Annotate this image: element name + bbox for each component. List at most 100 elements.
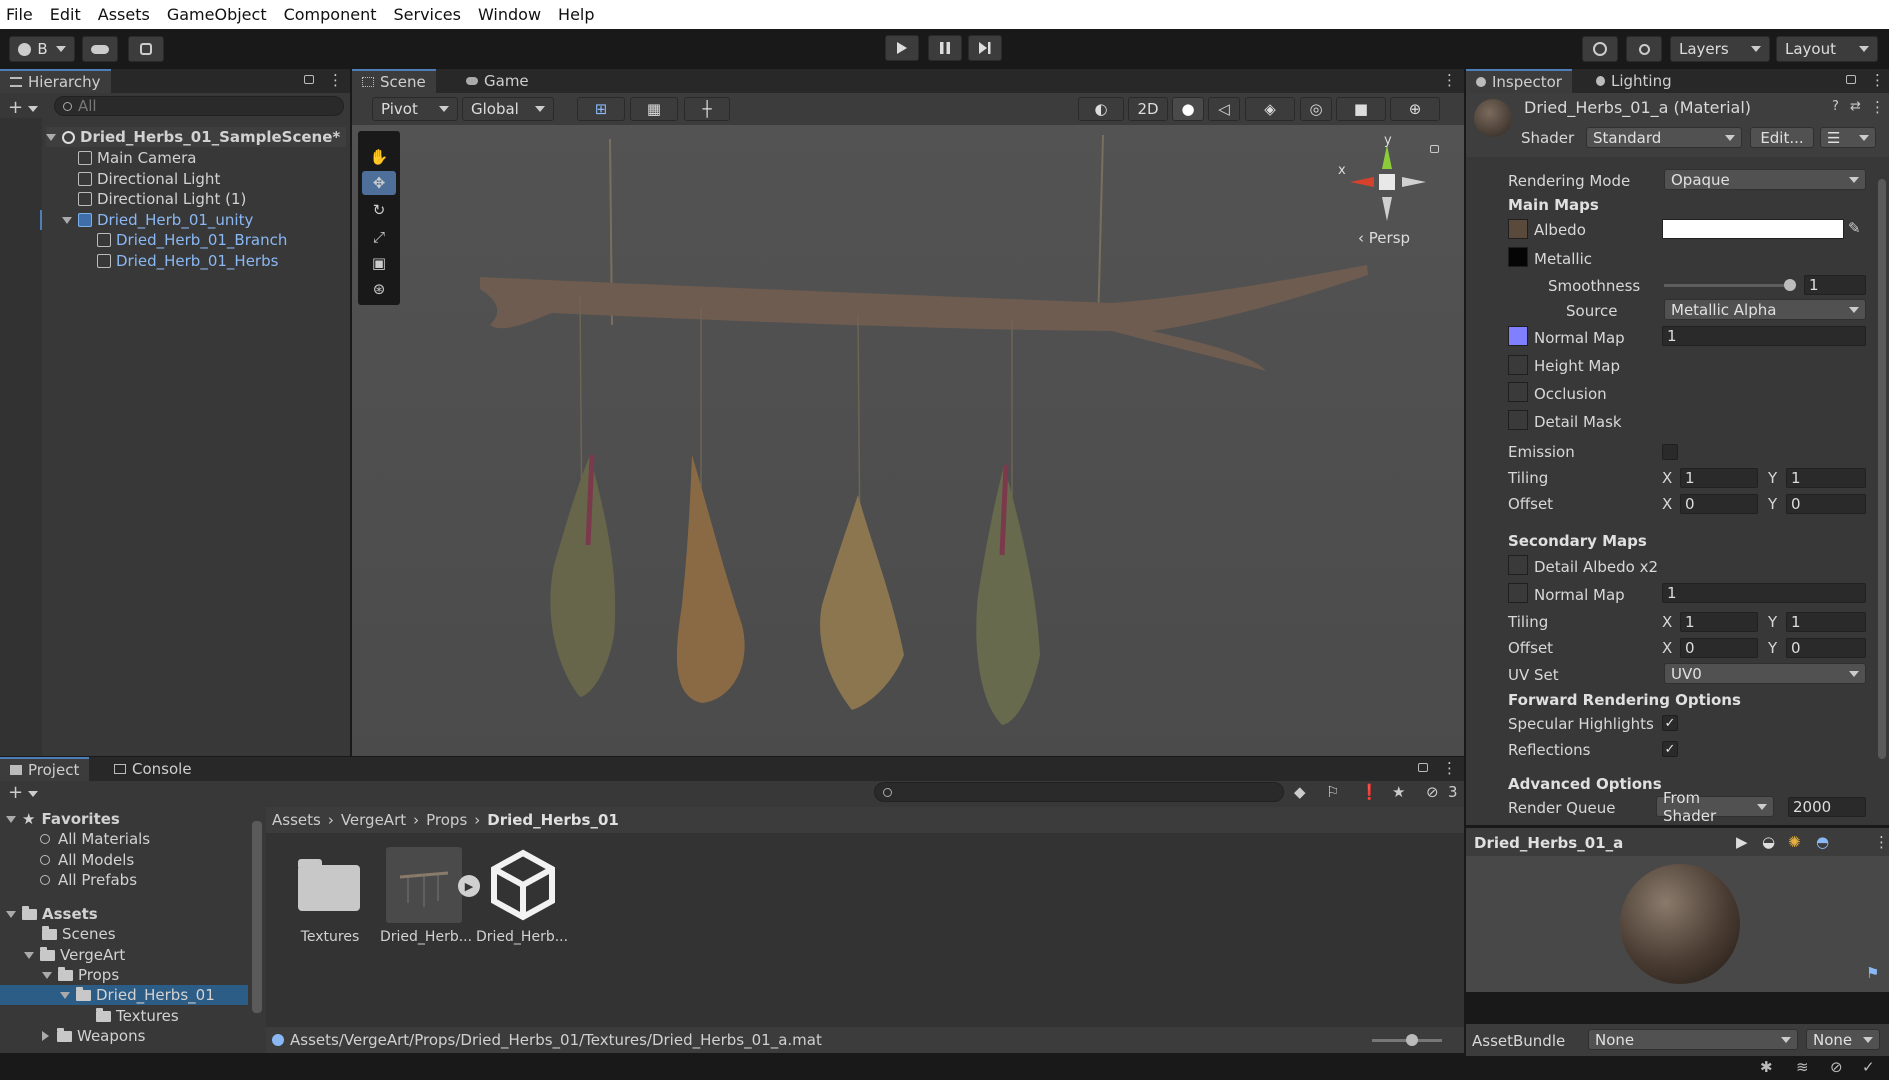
audio-toggle[interactable]: ◁ — [1208, 97, 1240, 121]
grid-snap-button[interactable]: ▦ — [630, 97, 678, 121]
global-dropdown[interactable]: Global — [462, 97, 554, 121]
menu-help[interactable]: Help — [558, 5, 594, 24]
emission-checkbox[interactable] — [1662, 444, 1678, 460]
offset2-x-input[interactable]: 0 — [1680, 638, 1758, 658]
2d-toggle[interactable]: 2D — [1128, 97, 1168, 121]
smoothness-slider-track[interactable] — [1664, 284, 1790, 287]
detail-mask-slot[interactable] — [1508, 410, 1528, 430]
star-icon[interactable]: ★ — [1392, 783, 1405, 801]
tab-lighting[interactable]: Lighting — [1586, 69, 1682, 93]
transform-tool[interactable]: ⊛ — [362, 277, 396, 301]
rect-tool[interactable]: ▣ — [362, 251, 396, 275]
account-button[interactable]: B — [9, 36, 75, 62]
kebab-menu-icon[interactable]: ⋮ — [1870, 71, 1885, 89]
hidden-packages-icon[interactable]: ⊘ — [1426, 783, 1439, 801]
offset-x-input[interactable]: 0 — [1680, 494, 1758, 514]
tree-folder-dried-herbs[interactable]: Dried_Herbs_01 — [0, 985, 248, 1005]
hierarchy-item[interactable]: Main Camera — [78, 148, 196, 168]
assetbundle-variant-dropdown[interactable]: None — [1806, 1029, 1880, 1050]
breadcrumb-assets[interactable]: Assets — [272, 811, 321, 829]
source-dropdown[interactable]: Metallic Alpha — [1664, 299, 1866, 320]
hierarchy-item[interactable]: Dried_Herb_01_Herbs — [97, 251, 278, 271]
rotate-tool[interactable]: ↻ — [362, 198, 396, 222]
tree-folder-scenes[interactable]: Scenes — [42, 924, 116, 944]
offset-y-input[interactable]: 0 — [1786, 494, 1866, 514]
offset2-y-input[interactable]: 0 — [1786, 638, 1866, 658]
detail-albedo-slot[interactable] — [1508, 555, 1528, 575]
menu-services[interactable]: Services — [393, 5, 460, 24]
normal-map-scale[interactable]: 1 — [1662, 326, 1866, 346]
add-icon[interactable]: + — [8, 782, 23, 803]
snap-button[interactable]: ⊞ — [577, 97, 625, 121]
tree-scrollbar[interactable] — [252, 821, 262, 1013]
lock-icon[interactable] — [1846, 75, 1856, 84]
draw-mode-button[interactable]: ◐ — [1078, 97, 1124, 121]
increment-snap-button[interactable]: ┼ — [684, 97, 730, 121]
menu-component[interactable]: Component — [284, 5, 377, 24]
expand-prefab-icon[interactable]: ▶ — [458, 875, 480, 897]
projection-toggle[interactable]: ‹ Persp — [1358, 229, 1410, 247]
layout-dropdown[interactable]: Layout — [1776, 36, 1878, 62]
smoothness-input[interactable]: 1 — [1804, 275, 1866, 295]
detail-normal-slot[interactable] — [1508, 583, 1528, 603]
render-queue-input[interactable]: 2000 — [1788, 797, 1866, 817]
tree-folder-vergeart[interactable]: VergeArt — [24, 945, 125, 965]
add-icon[interactable]: + — [8, 97, 23, 118]
effects-button[interactable]: ◈ — [1245, 97, 1295, 121]
kebab-menu-icon[interactable]: ⋮ — [1442, 71, 1457, 89]
kebab-menu-icon[interactable]: ⋮ — [328, 71, 343, 89]
filter-type-icon[interactable]: ◆ — [1294, 783, 1306, 801]
lighting-toggle[interactable]: ● — [1172, 97, 1204, 121]
cache-icon[interactable]: ⊘ — [1830, 1058, 1843, 1076]
tree-folder-textures[interactable]: Textures — [96, 1006, 179, 1026]
label-icon[interactable]: ⚐ — [1326, 783, 1339, 801]
assetbundle-dropdown[interactable]: None — [1588, 1029, 1798, 1050]
breadcrumb-props[interactable]: Props — [426, 811, 467, 829]
tree-folder-weapons[interactable]: Weapons — [42, 1026, 145, 1046]
orientation-gizmo[interactable]: y x — [1338, 133, 1432, 227]
hierarchy-item[interactable]: Dried_Herb_01_unity — [62, 210, 253, 230]
metallic-texture-slot[interactable] — [1508, 247, 1528, 267]
asset-scene-herb[interactable]: Dried_Herb... — [476, 847, 568, 947]
cloud-button[interactable] — [82, 36, 118, 62]
menu-assets[interactable]: Assets — [98, 5, 150, 24]
tiling2-x-input[interactable]: 1 — [1680, 612, 1758, 632]
hierarchy-search[interactable]: All — [54, 96, 344, 116]
play-button[interactable] — [885, 35, 919, 61]
tab-game[interactable]: Game — [456, 69, 539, 93]
history-button[interactable] — [1582, 36, 1618, 62]
reflections-checkbox[interactable]: ✓ — [1662, 741, 1678, 757]
tag-icon[interactable]: ⚑ — [1866, 964, 1879, 982]
tab-scene[interactable]: Scene — [352, 69, 436, 93]
check-icon[interactable]: ✓ — [1862, 1058, 1875, 1076]
menu-gameobject[interactable]: GameObject — [167, 5, 267, 24]
hierarchy-item[interactable]: Directional Light (1) — [78, 189, 246, 209]
background-icon[interactable]: ◓ — [1816, 833, 1829, 851]
material-preview-sphere[interactable] — [1620, 864, 1740, 984]
tiling-y-input[interactable]: 1 — [1786, 468, 1866, 488]
menu-file[interactable]: File — [6, 5, 33, 24]
tiling-x-input[interactable]: 1 — [1680, 468, 1758, 488]
favorite-item[interactable]: All Models — [40, 850, 134, 870]
pause-button[interactable] — [928, 35, 962, 61]
asset-prefab-herb[interactable]: ▶ Dried_Herb... — [380, 847, 480, 947]
tab-hierarchy[interactable]: Hierarchy — [0, 69, 111, 93]
scene-root[interactable]: Dried_Herbs_01_SampleScene* — [46, 127, 346, 147]
collab-button[interactable] — [128, 36, 164, 62]
scale-tool[interactable]: ⤢ — [362, 225, 396, 249]
tiling2-y-input[interactable]: 1 — [1786, 612, 1866, 632]
favorites-folder[interactable]: ★ Favorites — [6, 809, 120, 829]
tree-folder-props[interactable]: Props — [42, 965, 119, 985]
specular-checkbox[interactable]: ✓ — [1662, 715, 1678, 731]
bug-icon[interactable]: ✱ — [1760, 1058, 1773, 1076]
play-icon[interactable]: ▶ — [1736, 833, 1748, 851]
layers-dropdown[interactable]: Layers — [1670, 36, 1770, 62]
asset-folder-textures[interactable]: Textures — [288, 847, 372, 947]
lock-icon[interactable] — [304, 75, 314, 84]
smoothness-slider-thumb[interactable] — [1784, 279, 1796, 291]
favorite-item[interactable]: All Materials — [40, 829, 150, 849]
sphere-mesh-icon[interactable]: ◒ — [1762, 833, 1775, 851]
zoom-slider-thumb[interactable] — [1406, 1034, 1418, 1046]
tab-console[interactable]: Console — [104, 757, 202, 781]
shader-options-button[interactable]: ☰ — [1820, 127, 1876, 148]
